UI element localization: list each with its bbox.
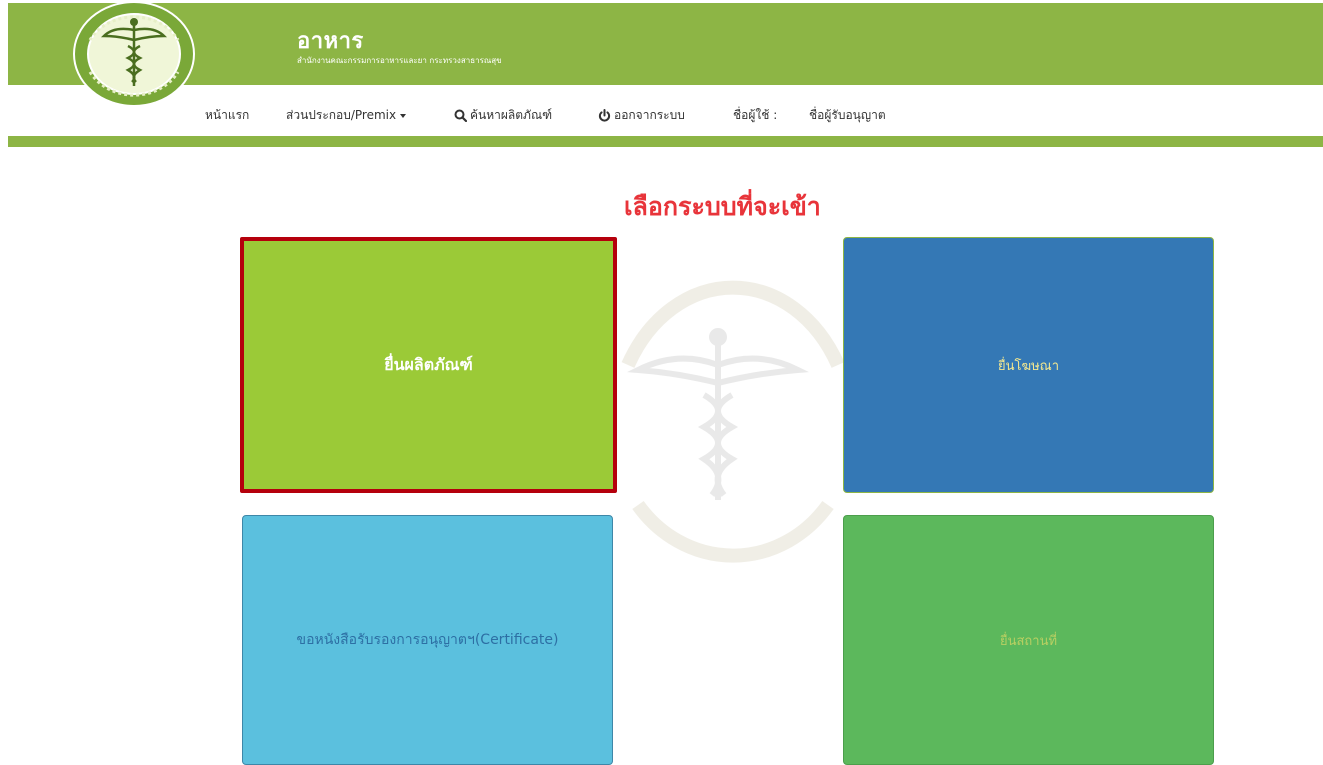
request-certificate-label: ขอหนังสือรับรองการอนุญาตฯ(Certificate) bbox=[296, 632, 559, 648]
nav-premix-dropdown[interactable]: ส่วนประกอบ/Premix bbox=[286, 106, 407, 125]
submit-advertisement-tile[interactable]: ยื่นโฆษณา bbox=[843, 237, 1214, 493]
submit-premises-tile[interactable]: ยื่นสถานที่ bbox=[843, 515, 1214, 765]
power-icon bbox=[598, 109, 611, 122]
submit-product-tile[interactable]: ยื่นผลิตภัณฑ์ bbox=[240, 237, 617, 493]
site-title: อาหาร bbox=[297, 29, 364, 54]
request-certificate-tile[interactable]: ขอหนังสือรับรองการอนุญาตฯ(Certificate) bbox=[242, 515, 613, 765]
header-divider-bar bbox=[8, 136, 1323, 147]
search-icon bbox=[454, 109, 467, 122]
nav-search-products-link[interactable]: ค้นหาผลิตภัณฑ์ bbox=[454, 106, 552, 125]
nav-licensee-name: ชื่อผู้รับอนุญาต bbox=[809, 108, 886, 122]
submit-premises-label: ยื่นสถานที่ bbox=[999, 633, 1058, 649]
caduceus-seal-icon[interactable] bbox=[68, 0, 200, 112]
page-title: เลือกระบบที่จะเข้า bbox=[624, 192, 821, 221]
nav-home-link[interactable]: หน้าแรก bbox=[205, 106, 249, 125]
nav-search-products-label: ค้นหาผลิตภัณฑ์ bbox=[470, 108, 553, 122]
nav-premix-label: ส่วนประกอบ/Premix bbox=[286, 108, 397, 122]
submit-product-label: ยื่นผลิตภัณฑ์ bbox=[384, 354, 473, 374]
nav-username-label: ชื่อผู้ใช้ : bbox=[733, 108, 778, 122]
fda-seal-watermark-icon bbox=[621, 280, 845, 563]
caret-down-icon bbox=[400, 113, 407, 118]
nav-logout-link[interactable]: ออกจากระบบ bbox=[598, 106, 685, 125]
site-subtitle: สำนักงานคณะกรรมการอาหารและยา กระทรวงสาธา… bbox=[297, 56, 502, 65]
submit-advertisement-label: ยื่นโฆษณา bbox=[997, 358, 1060, 374]
top-navbar: หน้าแรก ส่วนประกอบ/Premix ค้นหาผลิตภัณฑ์… bbox=[8, 85, 1323, 136]
nav-logout-label: ออกจากระบบ bbox=[614, 108, 685, 122]
site-header: อาหาร สำนักงานคณะกรรมการอาหารและยา กระทร… bbox=[8, 3, 1323, 85]
